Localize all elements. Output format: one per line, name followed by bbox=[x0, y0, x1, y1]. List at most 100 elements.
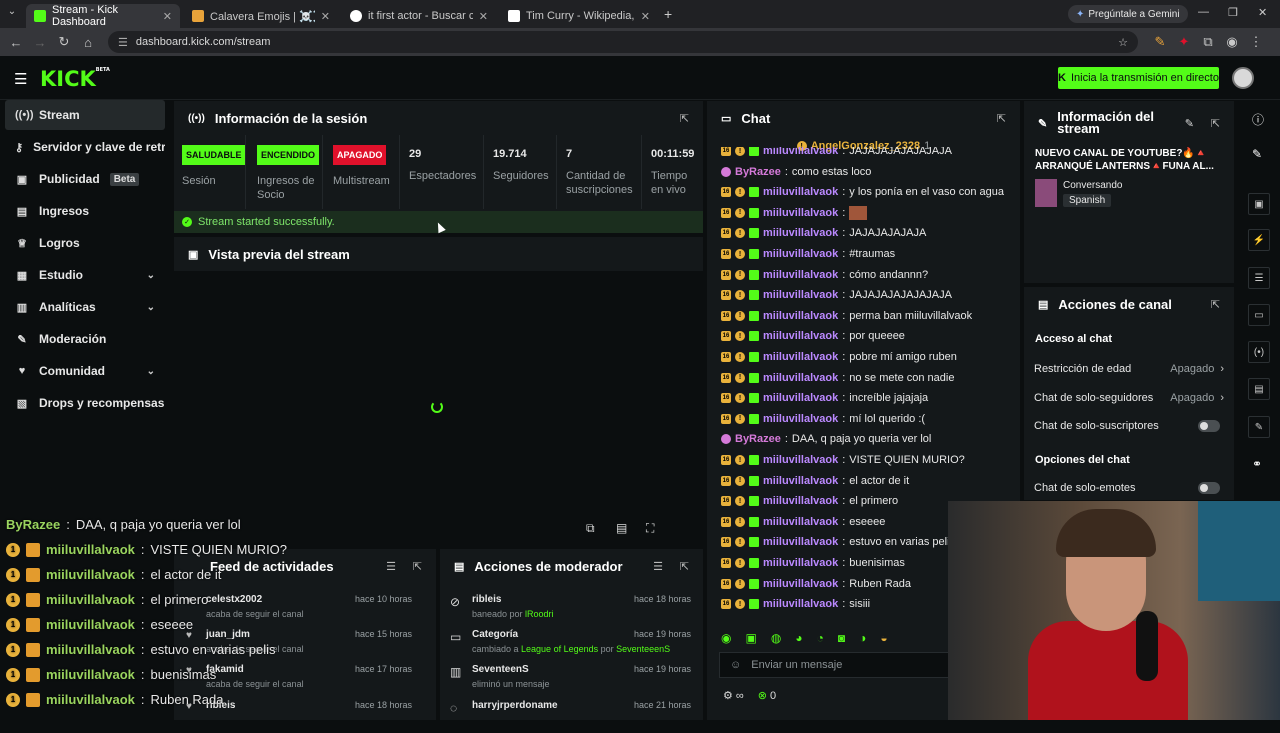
chat-username[interactable]: miiluvillalvaok bbox=[763, 207, 838, 219]
browser-tab-wikipedia[interactable]: Tim Curry - Wikipedia, la encicl ✕ bbox=[500, 4, 658, 28]
pop-out-icon[interactable]: ⇱ bbox=[1211, 117, 1220, 130]
info-icon[interactable]: ⓘ bbox=[1252, 111, 1264, 128]
chat-username[interactable]: miiluvillalvaok bbox=[763, 372, 838, 384]
hamburger-menu-icon[interactable]: ☰ bbox=[14, 70, 27, 88]
pip-icon[interactable]: ⧉ bbox=[586, 521, 595, 536]
site-info-icon[interactable]: ☰ bbox=[118, 36, 128, 49]
chat-username[interactable]: miiluvillalvaok bbox=[763, 147, 838, 157]
pop-out-icon[interactable]: ⇱ bbox=[997, 112, 1006, 125]
chat-username[interactable]: miiluvillalvaok bbox=[763, 578, 838, 590]
mod-desc-category[interactable]: League of Legends bbox=[521, 644, 598, 654]
extension-red-icon[interactable]: ✦ bbox=[1172, 34, 1196, 50]
pencil-icon[interactable]: ✎ bbox=[1252, 147, 1262, 161]
chat-username[interactable]: miiluvillalvaok bbox=[763, 392, 838, 404]
emote-icon[interactable]: ◙ bbox=[838, 631, 845, 645]
rail-chat-icon[interactable]: ▭ bbox=[1248, 304, 1270, 326]
chat-username[interactable]: miiluvillalvaok bbox=[763, 413, 838, 425]
pop-out-icon[interactable]: ⇱ bbox=[1211, 298, 1220, 311]
rail-preview-icon[interactable]: ▣ bbox=[1248, 193, 1270, 215]
age-restriction-row[interactable]: Restricción de edad Apagado › bbox=[1034, 357, 1224, 381]
chat-username[interactable]: miiluvillalvaok bbox=[763, 289, 838, 301]
chat-username[interactable]: miiluvillalvaok bbox=[763, 310, 838, 322]
chat-username[interactable]: miiluvillalvaok bbox=[763, 269, 838, 281]
forward-icon[interactable]: → bbox=[28, 35, 52, 50]
mod-desc-user[interactable]: lRoodri bbox=[525, 609, 554, 619]
chat-username[interactable]: miiluvillalvaok bbox=[763, 227, 838, 239]
theater-icon[interactable]: ▤ bbox=[616, 521, 627, 535]
gemini-button[interactable]: ✦ Pregúntale a Gemini bbox=[1068, 5, 1188, 23]
mod-target[interactable]: ribleis bbox=[472, 594, 501, 605]
chat-username[interactable]: miiluvillalvaok bbox=[763, 557, 838, 569]
extension-icon[interactable]: ✎ bbox=[1148, 34, 1172, 50]
sidebar-item-ads[interactable]: ▣ Publicidad Beta bbox=[5, 164, 165, 194]
profile-icon[interactable]: ◉ bbox=[1220, 34, 1244, 50]
browser-tab-kick[interactable]: Stream - Kick Dashboard ✕ bbox=[26, 4, 180, 28]
close-window-icon[interactable]: ✕ bbox=[1258, 6, 1267, 19]
rail-list-icon[interactable]: ☰ bbox=[1248, 267, 1270, 289]
sidebar-item-server-key[interactable]: ⚷ Servidor y clave de retrans bbox=[5, 132, 165, 162]
emote-icon[interactable]: ◑ bbox=[859, 631, 866, 645]
edit-icon[interactable]: ✎ bbox=[1185, 117, 1194, 130]
sidebar-item-analytics[interactable]: ▥ Analíticas ⌄ bbox=[5, 292, 165, 322]
followers-only-row[interactable]: Chat de solo-seguidores Apagado › bbox=[1034, 386, 1224, 410]
emote-icon[interactable]: ◒ bbox=[880, 631, 887, 645]
close-tab-icon[interactable]: ✕ bbox=[479, 10, 488, 23]
chat-username[interactable]: miiluvillalvaok bbox=[763, 495, 838, 507]
pop-out-icon[interactable]: ⇱ bbox=[680, 560, 689, 573]
close-tab-icon[interactable]: ✕ bbox=[321, 10, 330, 23]
minimize-icon[interactable]: — bbox=[1198, 6, 1209, 18]
emoji-picker-icon[interactable]: ☺ bbox=[730, 659, 741, 671]
mod-desc-user[interactable]: SeventeeenS bbox=[616, 644, 670, 654]
category-name[interactable]: Conversando bbox=[1063, 180, 1122, 191]
menu-dots-icon[interactable]: ⋮ bbox=[1244, 34, 1268, 50]
subscribers-only-toggle[interactable] bbox=[1198, 420, 1220, 432]
reload-icon[interactable]: ↻ bbox=[52, 34, 76, 50]
kick-logo[interactable]: KICKBETA bbox=[40, 67, 110, 91]
pop-out-icon[interactable]: ⇱ bbox=[413, 560, 422, 573]
url-field[interactable]: ☰ dashboard.kick.com/stream ☆ bbox=[108, 31, 1138, 53]
browser-tab-emojis[interactable]: Calavera Emojis | ☠️☠️☠️ 💀 | ✕ bbox=[184, 4, 338, 28]
chat-username[interactable]: miiluvillalvaok bbox=[763, 454, 838, 466]
chat-username[interactable]: miiluvillalvaok bbox=[763, 186, 838, 198]
chat-username[interactable]: miiluvillalvaok bbox=[763, 248, 838, 260]
browser-tab-google[interactable]: it first actor - Buscar con Goog ✕ bbox=[342, 4, 496, 28]
extensions-puzzle-icon[interactable]: ⧉ bbox=[1196, 34, 1220, 50]
mod-target[interactable]: SeventeenS bbox=[472, 664, 529, 675]
sidebar-item-stream[interactable]: ((•)) Stream bbox=[5, 100, 165, 130]
emote-icon[interactable]: ◍ bbox=[771, 631, 781, 645]
maximize-icon[interactable]: ❐ bbox=[1228, 6, 1238, 19]
emote-icon[interactable]: ▣ bbox=[745, 631, 756, 645]
chat-username[interactable]: miiluvillalvaok bbox=[763, 330, 838, 342]
chat-username[interactable]: ByRazee bbox=[735, 166, 781, 178]
chat-username[interactable]: ByRazee bbox=[735, 433, 781, 445]
chat-username[interactable]: miiluvillalvaok bbox=[763, 351, 838, 363]
rail-wrench-icon[interactable]: ✎ bbox=[1248, 416, 1270, 438]
tab-list-button[interactable]: ⌄ bbox=[4, 6, 20, 22]
emote-icon[interactable]: ◔ bbox=[817, 631, 824, 645]
sidebar-item-studio[interactable]: ▦ Estudio ⌄ bbox=[5, 260, 165, 290]
sidebar-item-achievements[interactable]: ♕ Logros bbox=[5, 228, 165, 258]
rail-share-icon[interactable]: ⚭ bbox=[1252, 457, 1262, 471]
rail-channel-icon[interactable]: ▤ bbox=[1248, 378, 1270, 400]
chat-username[interactable]: miiluvillalvaok bbox=[763, 516, 838, 528]
fullscreen-icon[interactable]: ⛶ bbox=[646, 521, 654, 536]
chat-username[interactable]: miiluvillalvaok bbox=[763, 475, 838, 487]
chat-settings-icon[interactable]: ⚙ ∞ bbox=[723, 689, 744, 702]
close-tab-icon[interactable]: ✕ bbox=[641, 10, 650, 23]
sidebar-item-community[interactable]: ♥ Comunidad ⌄ bbox=[5, 356, 165, 386]
mod-target[interactable]: harryjrperdoname bbox=[472, 700, 558, 711]
back-icon[interactable]: ← bbox=[4, 35, 28, 50]
avatar[interactable] bbox=[1232, 67, 1254, 89]
rail-signal-icon[interactable]: (•) bbox=[1248, 341, 1270, 363]
bookmark-star-icon[interactable]: ☆ bbox=[1118, 36, 1128, 49]
chat-username[interactable]: miiluvillalvaok bbox=[763, 536, 838, 548]
sidebar-item-revenue[interactable]: ▤ Ingresos bbox=[5, 196, 165, 226]
emote-icon[interactable]: ◉ bbox=[721, 631, 731, 645]
filter-icon[interactable]: ☰ bbox=[386, 560, 396, 573]
sidebar-item-drops[interactable]: ▧ Drops y recompensas bbox=[5, 388, 165, 418]
pop-out-icon[interactable]: ⇱ bbox=[680, 112, 689, 125]
go-live-button[interactable]: K Inicia la transmisión en directo bbox=[1058, 67, 1219, 89]
sidebar-item-moderation[interactable]: ✎ Moderación bbox=[5, 324, 165, 354]
close-tab-icon[interactable]: ✕ bbox=[163, 10, 172, 23]
chat-username[interactable]: miiluvillalvaok bbox=[763, 598, 838, 610]
